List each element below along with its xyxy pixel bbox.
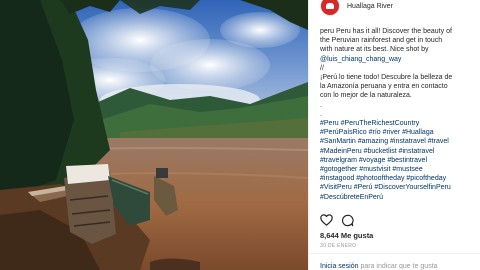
post-location[interactable]: Huallaga River (347, 3, 393, 10)
caption-line: . (320, 101, 322, 109)
post-actions (320, 213, 354, 227)
post-side-panel: Huallaga River peru Peru has it all! Dis… (308, 0, 480, 270)
hashtag-line[interactable]: #PerúPaísRico #río #river #Huallaga (320, 128, 480, 137)
post-date: 30 DE ENERO (320, 243, 357, 249)
post-caption: peru Peru has it all! Discover the beaut… (320, 27, 480, 202)
hashtag-line[interactable]: #DescúbreteEnPerú (320, 193, 480, 202)
caption-line: the Peruvian rainforest and get in touch (320, 37, 443, 45)
heart-icon (320, 214, 333, 226)
caption-line: peru Peru has it all! Discover the beaut… (320, 28, 452, 35)
hashtag-line[interactable]: #MadeinPeru #bucketlist #instatravel (320, 147, 480, 156)
login-link[interactable]: Inicia sesión (320, 263, 359, 270)
caption-line: con lo mejor de la naturaleza. (320, 92, 412, 100)
hashtag-line[interactable]: #instagood #photooftheday #picoftheday (320, 174, 480, 183)
profile-avatar[interactable] (320, 0, 340, 16)
post-photo[interactable] (0, 0, 308, 270)
caption-line: with nature at its best. Nice shot by (320, 46, 429, 54)
caption-line: // (320, 64, 324, 72)
divider (309, 253, 480, 254)
login-prompt: Inicia sesión para indicar que te gusta (320, 263, 438, 270)
caption-line: . (320, 110, 322, 118)
caption-line: ¡Perú lo tiene todo! Descubre la belleza… (320, 74, 453, 82)
login-prompt-text: para indicar que te gusta (358, 263, 438, 270)
like-button[interactable] (320, 214, 333, 227)
caption-line: la Amazonía peruana y entra en contacto (320, 83, 448, 91)
photographer-mention-link[interactable]: @luis_chiang_chang_way (320, 55, 480, 64)
logo-icon (326, 3, 334, 9)
hashtag-line[interactable]: #VisitPeru #Perú #DiscoverYourselfinPeru (320, 183, 480, 192)
hashtag-line[interactable]: #travelgram #voyage #bestintravel (320, 156, 480, 165)
river-landscape-image (0, 0, 308, 270)
hashtag-line[interactable]: #gotogether #mustvisit #mustsee (320, 165, 480, 174)
post-header: Huallaga River (309, 0, 480, 18)
like-count[interactable]: 8,644 Me gusta (320, 231, 373, 240)
comment-button[interactable] (341, 214, 354, 227)
comment-icon (341, 214, 354, 226)
hashtag-line[interactable]: #Peru #PeruTheRichestCountry (320, 119, 480, 128)
hashtag-line[interactable]: #SanMartin #amazing #instatravel #travel (320, 137, 480, 146)
